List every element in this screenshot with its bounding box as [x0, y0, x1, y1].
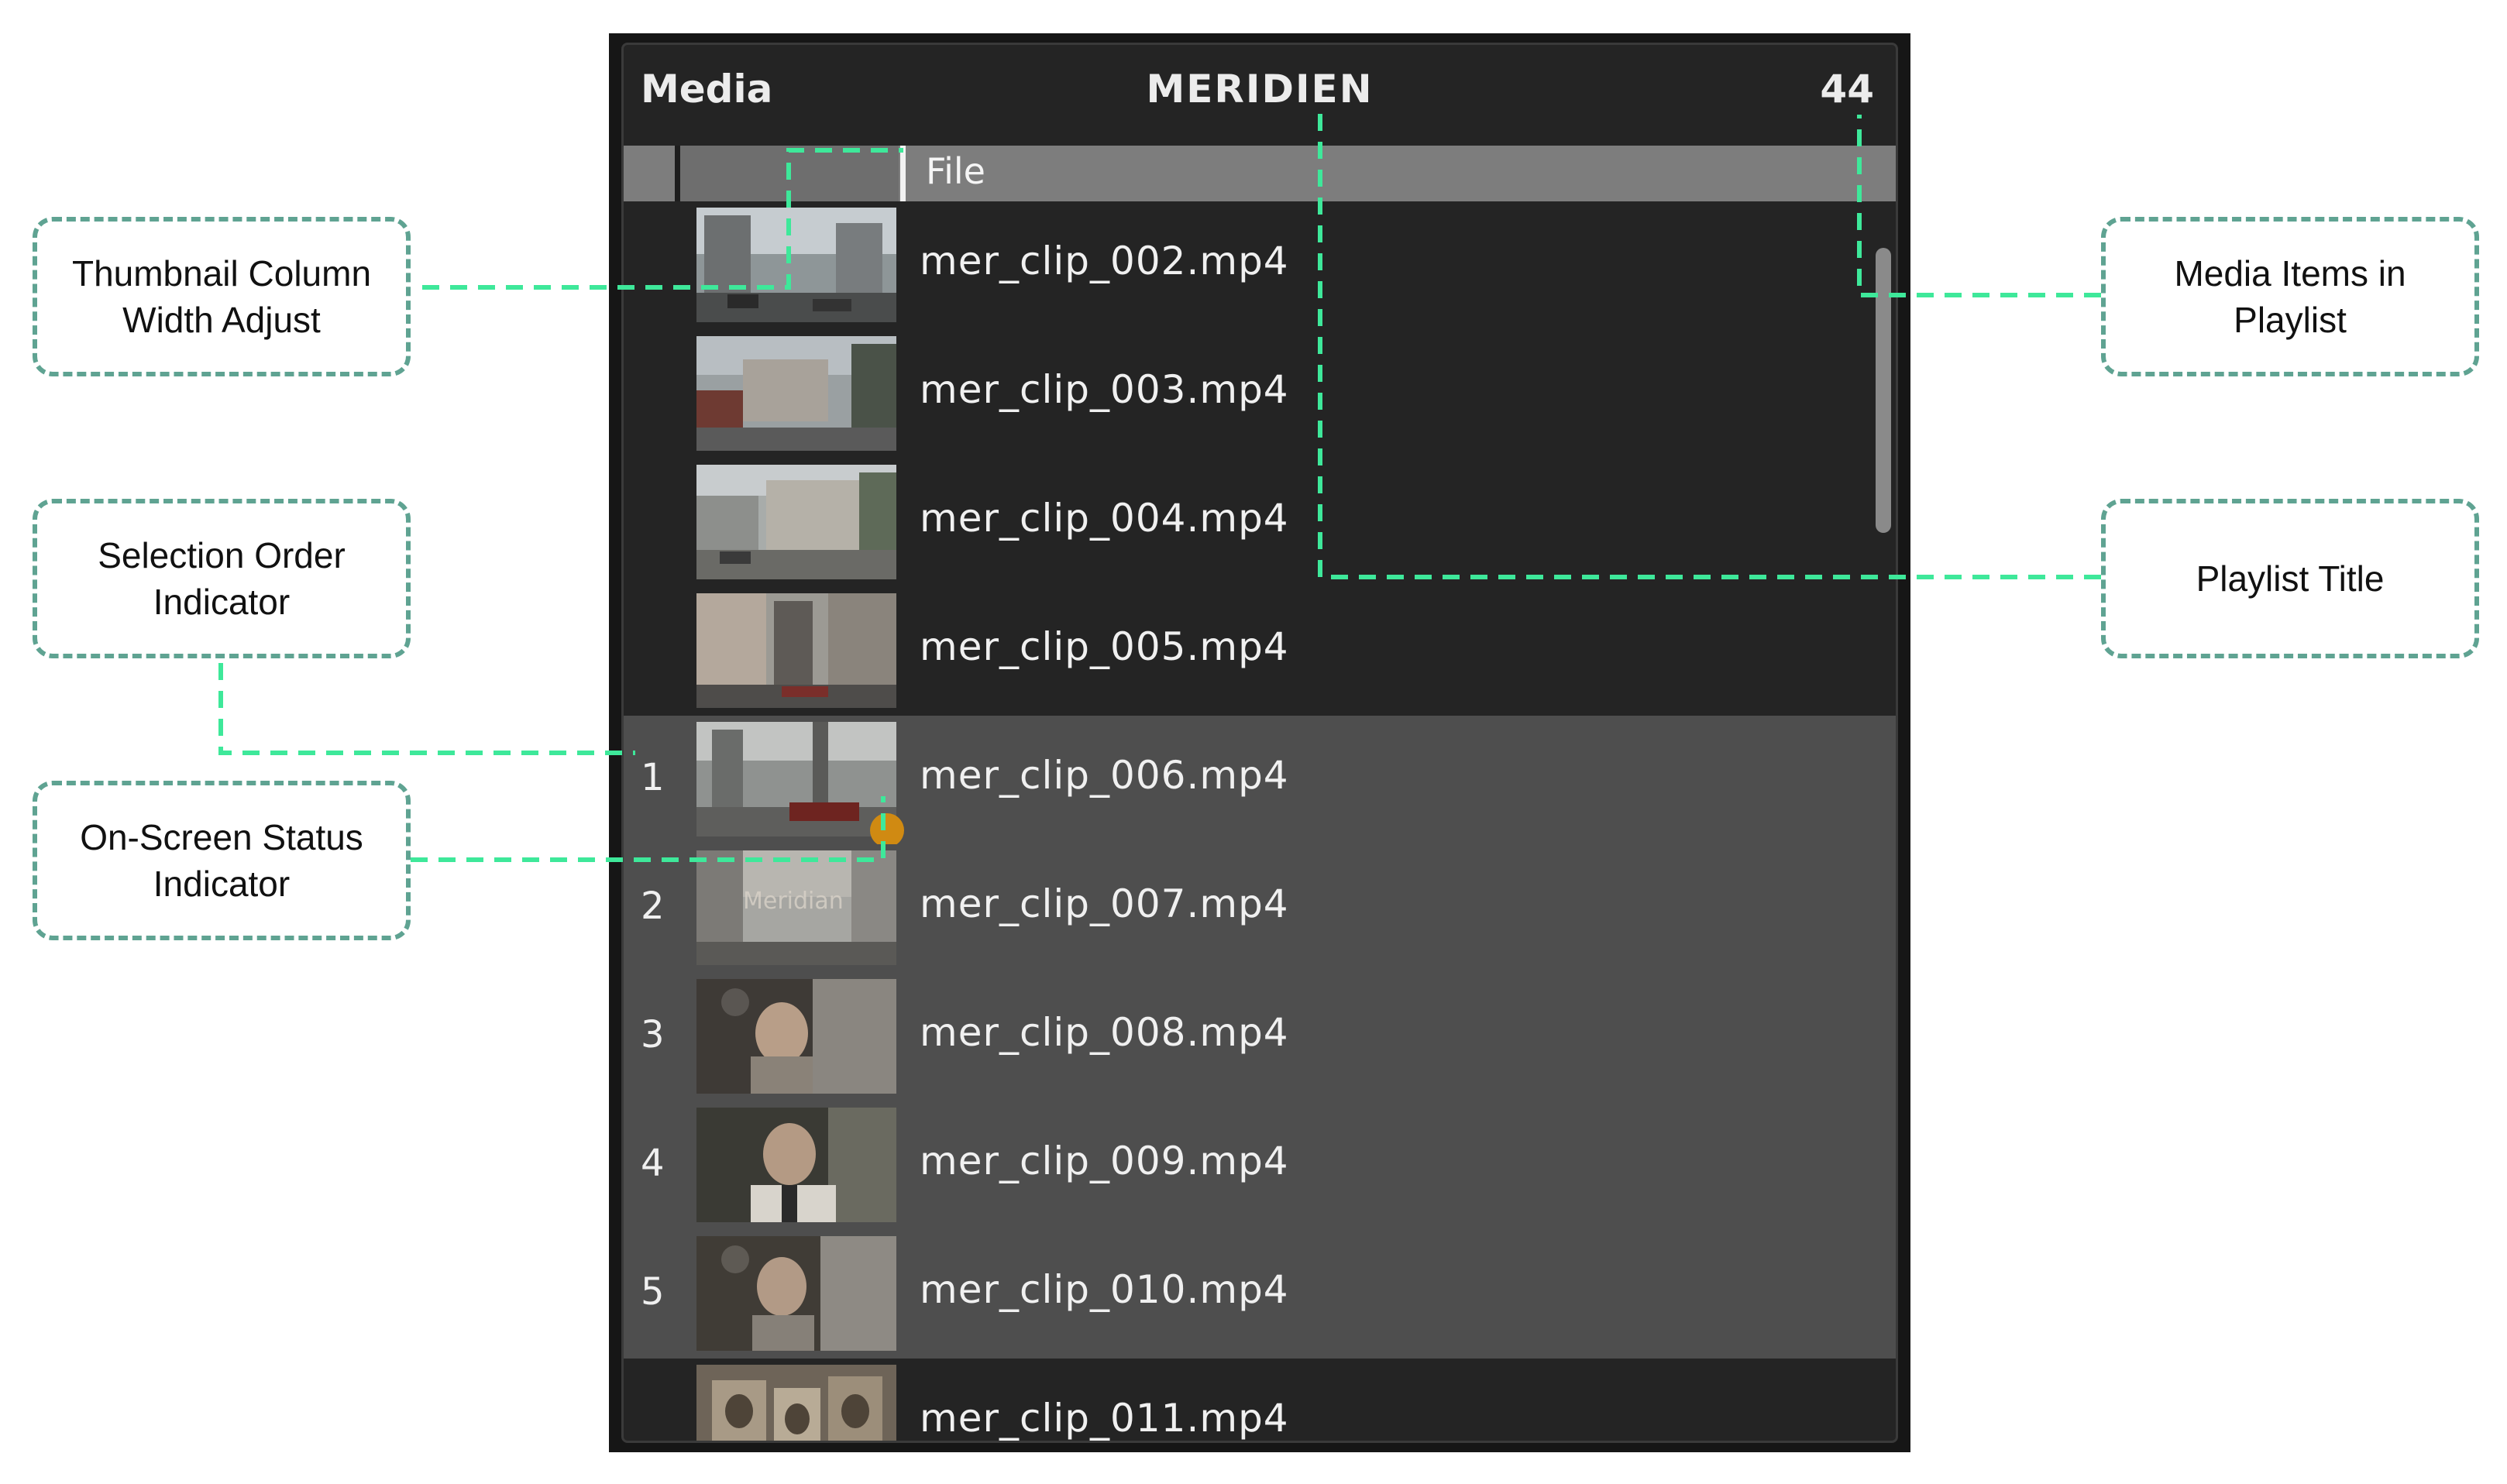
- file-name: mer_clip_011.mp4: [920, 1396, 1289, 1441]
- clip-thumbnail: [696, 208, 896, 322]
- callout-on-screen-status: On-Screen Status Indicator: [33, 781, 411, 940]
- file-name: mer_clip_009.mp4: [920, 1139, 1289, 1183]
- file-name: mer_clip_010.mp4: [920, 1267, 1289, 1312]
- media-row[interactable]: mer_clip_002.mp4: [624, 201, 1896, 330]
- selection-order-indicator: 2: [641, 885, 665, 928]
- media-row[interactable]: mer_clip_011.mp4: [624, 1359, 1896, 1441]
- clip-thumbnail: [696, 979, 896, 1094]
- clip-thumbnail: [696, 722, 896, 836]
- callout-media-items: Media Items in Playlist: [2101, 217, 2479, 376]
- playlist-title[interactable]: MERIDIEN: [624, 67, 1896, 112]
- file-name: mer_clip_005.mp4: [920, 624, 1289, 669]
- selection-order-indicator: 1: [641, 756, 665, 799]
- clip-thumbnail: [696, 1108, 896, 1222]
- media-row-selected[interactable]: 3 mer_clip_008.mp4: [624, 973, 1896, 1101]
- media-row-selected[interactable]: 2 Meridian mer_clip_007.mp4: [624, 844, 1896, 973]
- panel-header: Media MERIDIEN 44: [624, 45, 1896, 144]
- clip-thumbnail: [696, 1365, 896, 1441]
- file-name: mer_clip_007.mp4: [920, 881, 1289, 926]
- file-name: mer_clip_002.mp4: [920, 239, 1289, 283]
- media-row[interactable]: mer_clip_004.mp4: [624, 459, 1896, 587]
- callout-selection-order: Selection Order Indicator: [33, 499, 411, 658]
- media-panel: Media MERIDIEN 44 File mer_clip_002.mp4: [609, 33, 1910, 1452]
- clip-thumbnail: [696, 1236, 896, 1351]
- media-row[interactable]: mer_clip_005.mp4: [624, 587, 1896, 716]
- thumbnail-column-width-handle[interactable]: [900, 146, 906, 201]
- selection-order-indicator: 3: [641, 1013, 665, 1056]
- media-row-selected[interactable]: 5 mer_clip_010.mp4: [624, 1230, 1896, 1359]
- thumbnail-column-header: [680, 146, 899, 201]
- media-list: mer_clip_002.mp4 mer_clip_003.mp4 mer_cl…: [624, 201, 1896, 1441]
- callout-playlist-title: Playlist Title: [2101, 499, 2479, 658]
- thumbnail-caption: Meridian: [743, 888, 844, 915]
- file-name: mer_clip_004.mp4: [920, 496, 1289, 541]
- selection-order-indicator: 5: [641, 1270, 665, 1314]
- media-row-selected[interactable]: 4 mer_clip_009.mp4: [624, 1101, 1896, 1230]
- file-name: mer_clip_008.mp4: [920, 1010, 1289, 1055]
- file-column-header[interactable]: File: [926, 150, 985, 192]
- media-row-selected[interactable]: 1 mer_clip_006.mp4: [624, 716, 1896, 847]
- on-screen-status-indicator: [870, 813, 904, 847]
- file-name: mer_clip_006.mp4: [920, 753, 1289, 798]
- callout-thumbnail-width: Thumbnail Column Width Adjust: [33, 217, 411, 376]
- clip-thumbnail: [696, 336, 896, 451]
- vertical-scrollbar[interactable]: [1876, 248, 1891, 533]
- selection-order-indicator: 4: [641, 1142, 665, 1185]
- clip-thumbnail: [696, 465, 896, 579]
- order-column-divider[interactable]: [675, 146, 680, 201]
- media-panel-inner: Media MERIDIEN 44 File mer_clip_002.mp4: [621, 43, 1898, 1443]
- clip-thumbnail: Meridian: [696, 850, 896, 965]
- media-item-count: 44: [1820, 67, 1874, 112]
- file-name: mer_clip_003.mp4: [920, 367, 1289, 412]
- leader-selection-order: [218, 663, 635, 755]
- column-header-bar: File: [624, 146, 1896, 201]
- clip-thumbnail: [696, 593, 896, 708]
- media-row[interactable]: mer_clip_003.mp4: [624, 330, 1896, 459]
